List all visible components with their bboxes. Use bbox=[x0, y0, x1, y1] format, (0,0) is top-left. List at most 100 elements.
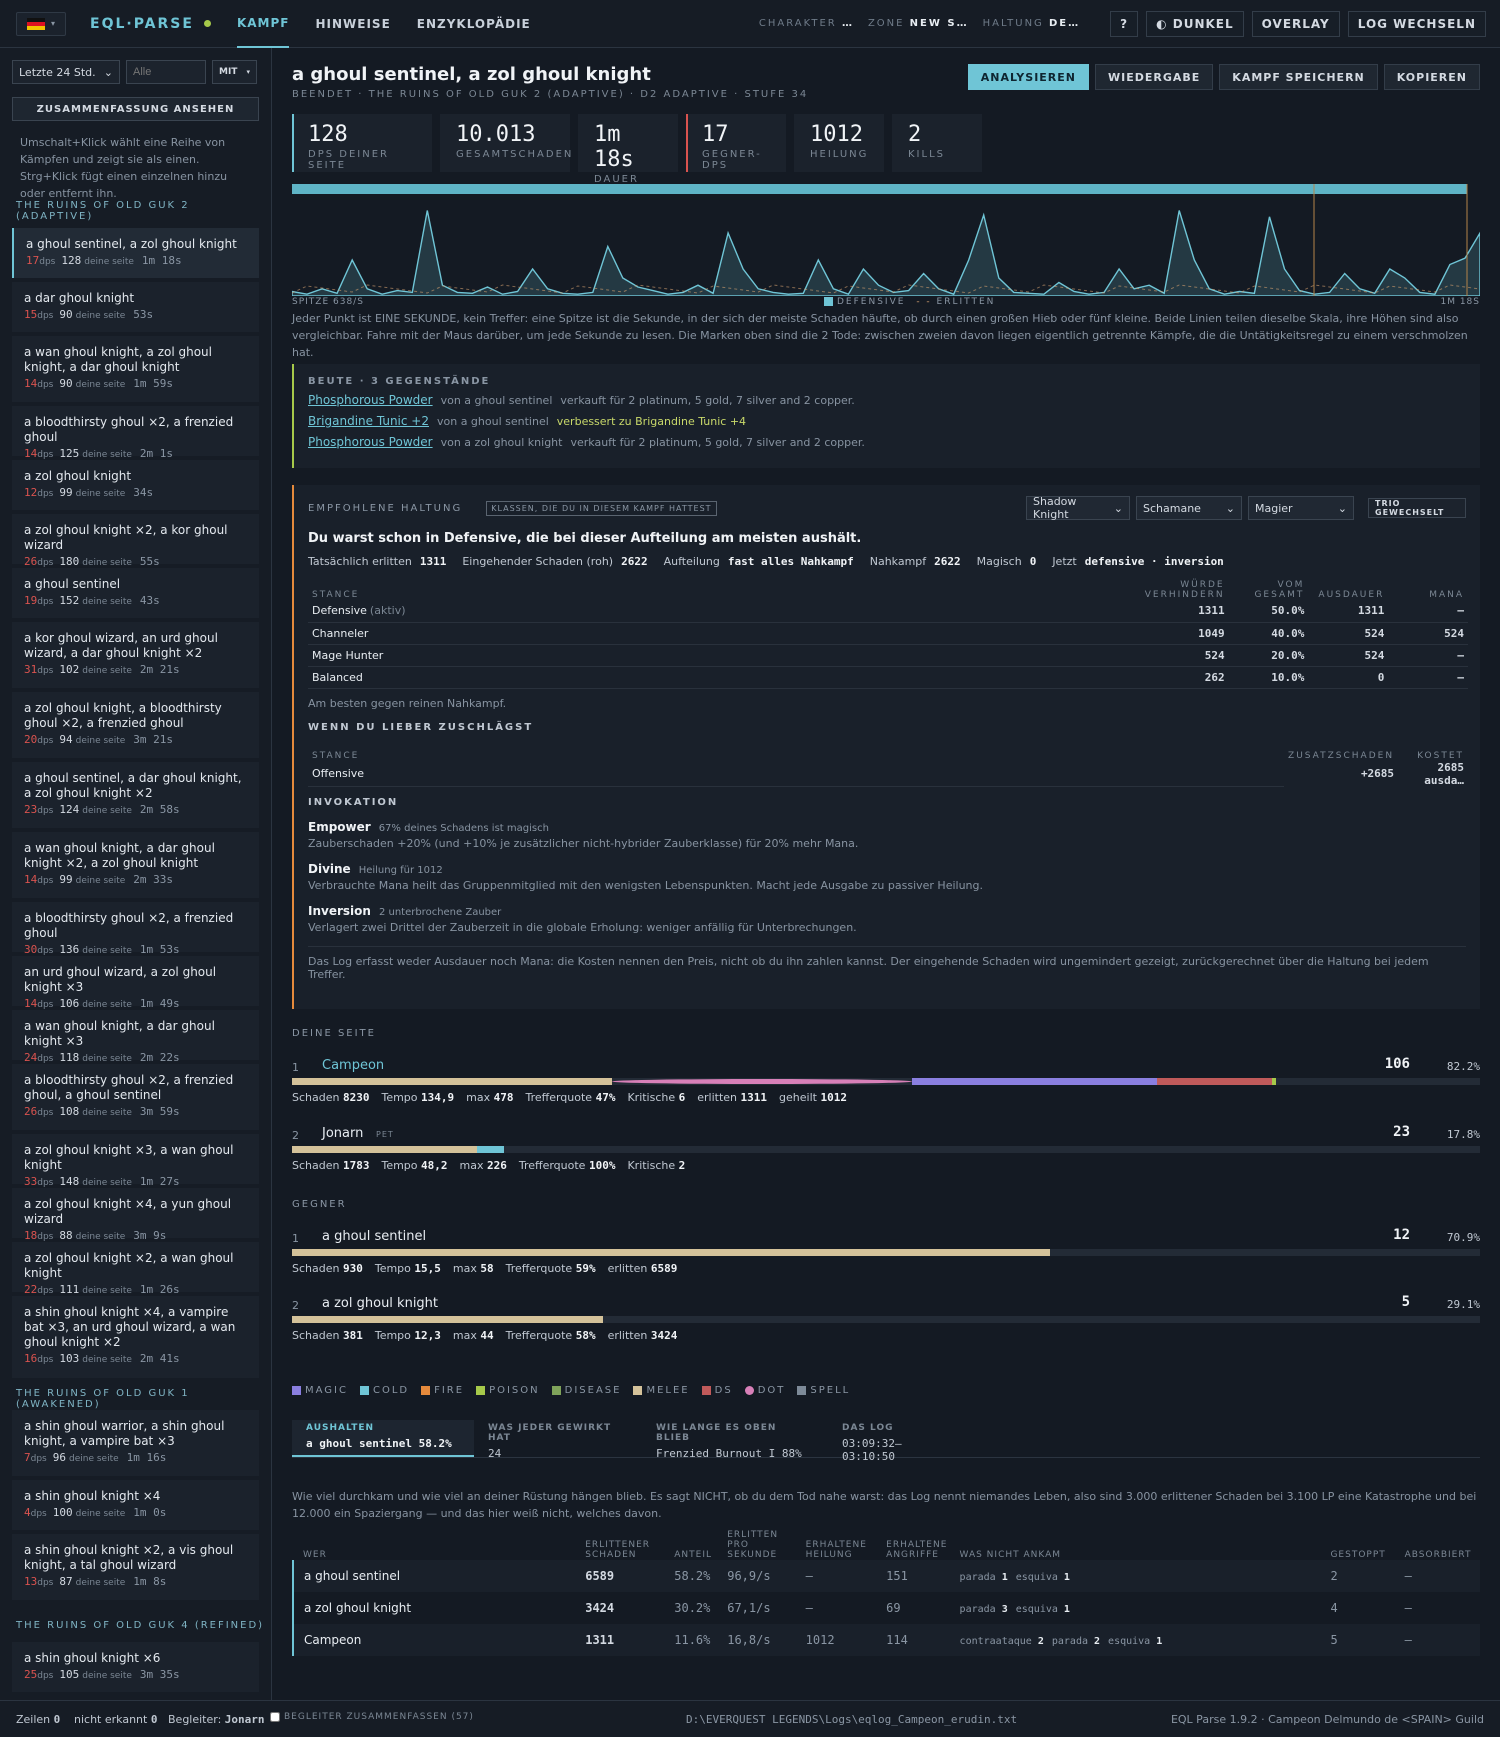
fight-duration: 1m 18s bbox=[141, 254, 182, 267]
log-switch-button[interactable]: LOG WECHSELN bbox=[1347, 10, 1486, 37]
fight-item[interactable]: a shin ghoul knight ×6 25dps 105 deine seit… bbox=[12, 1642, 259, 1692]
fight-item[interactable]: a ghoul sentinel, a dar ghoul knight, a … bbox=[12, 762, 259, 828]
filter-input[interactable] bbox=[126, 60, 206, 84]
fight-item[interactable]: a zol ghoul knight ×2, a wan ghoul knigh… bbox=[12, 1242, 259, 1296]
save-fight-button[interactable]: KAMPF SPEICHERN bbox=[1219, 64, 1378, 90]
loot-item-link[interactable]: Phosphorous Powder bbox=[308, 435, 433, 449]
fight-item[interactable]: a zol ghoul knight ×2, a kor ghoul wizar… bbox=[12, 514, 259, 568]
fight-duration: 2m 41s bbox=[139, 1352, 180, 1365]
overlay-button[interactable]: OVERLAY bbox=[1251, 10, 1340, 37]
chart-legend: DEFENSIVE - - ERLITTEN bbox=[824, 297, 995, 307]
fight-item[interactable]: a shin ghoul knight ×4, a vampire bat ×3… bbox=[12, 1296, 259, 1378]
dps-label: dps bbox=[37, 489, 54, 499]
analysis-tabs: AUSHALTEN a ghoul sentinel 58.2% WAS JEDER… bbox=[292, 1420, 1480, 1463]
own-side-label: deine seite bbox=[75, 380, 126, 390]
fight-item[interactable]: a ghoul sentinel, a zol ghoul knight 17dp… bbox=[12, 228, 259, 278]
combatant-row[interactable]: 2 Jonarn PET 23 17.8% Schaden 1783 Tempo 48,2 m… bbox=[292, 1124, 1480, 1186]
dps-label: dps bbox=[37, 1671, 54, 1681]
copy-button[interactable]: KOPIEREN bbox=[1383, 64, 1480, 90]
fight-item[interactable]: a bloodthirsty ghoul ×2, a frenzied ghou… bbox=[12, 902, 259, 956]
kpi-label: GESAMTSCHADEN bbox=[456, 149, 574, 160]
legend-swatch bbox=[633, 1385, 643, 1395]
combatant-row[interactable]: 1 Campeon 106 82.2% Schaden 8230 Tempo 134,9 m… bbox=[292, 1056, 1480, 1118]
chevron-down-icon: ⌄ bbox=[103, 65, 113, 79]
loot-item-link[interactable]: Phosphorous Powder bbox=[308, 393, 433, 407]
merge-checkbox[interactable] bbox=[270, 1712, 280, 1722]
fight-item[interactable]: a zol ghoul knight, a bloodthirsty ghoul… bbox=[12, 692, 259, 758]
invocation-item: Divine Heilung für 1012 Verbrauchte Mana h… bbox=[308, 862, 984, 892]
enemy-name: a ghoul sentinel bbox=[322, 1229, 427, 1244]
loot-item-link[interactable]: Brigandine Tunic +2 bbox=[308, 414, 429, 428]
legend-swatch bbox=[824, 297, 833, 306]
fight-duration: 1m 26s bbox=[139, 1283, 180, 1296]
class-select-3[interactable]: Magier ⌄ bbox=[1248, 496, 1354, 520]
loot-note: verkauft für 2 platinum, 5 gold, 7 silve… bbox=[560, 394, 855, 407]
rows-count: Zeilen 0 bbox=[16, 1713, 61, 1726]
fight-item[interactable]: a zol ghoul knight 12dps 99 deine seite 34s bbox=[12, 460, 259, 510]
fight-item[interactable]: a zol ghoul knight ×4, a yun ghoul wizar… bbox=[12, 1188, 259, 1242]
analysis-tab[interactable]: AUSHALTEN a ghoul sentinel 58.2% bbox=[292, 1420, 474, 1457]
fight-title: a bloodthirsty ghoul ×2, a frenzied ghou… bbox=[24, 1073, 234, 1102]
dps-label: dps bbox=[37, 558, 54, 568]
avoid-chip: esquiva 1 bbox=[1015, 1572, 1070, 1583]
dps-timeline-chart[interactable] bbox=[291, 184, 1481, 297]
analysis-tab[interactable]: WAS JEDER GEWIRKT HAT 24 bbox=[474, 1420, 642, 1460]
help-button[interactable]: ? bbox=[1110, 10, 1139, 37]
fight-item[interactable]: a wan ghoul knight, a zol ghoul knight, … bbox=[12, 336, 259, 402]
tab-enzyklopaedie[interactable]: ENZYKLOPÄDIE bbox=[417, 0, 531, 48]
haltung-selector[interactable]: HALTUNG DE… bbox=[983, 18, 1081, 29]
fight-item[interactable]: a ghoul sentinel 19dps 152 deine seite 43s bbox=[12, 568, 259, 618]
fight-item[interactable]: a shin ghoul knight ×2, a vis ghoul knig… bbox=[12, 1534, 259, 1600]
fight-item[interactable]: a dar ghoul knight 15dps 90 deine seite 53s bbox=[12, 282, 259, 332]
own-side-label: deine seite bbox=[82, 1671, 132, 1681]
zone-selector[interactable]: ZONE NEW S… bbox=[868, 18, 969, 29]
enemy-row[interactable]: 1a ghoul sentinel 12 70.9% Schaden 930 Tempo… bbox=[292, 1227, 1480, 1289]
time-range-select[interactable]: Letzte 24 Std. ⌄ bbox=[12, 60, 120, 84]
analyze-button[interactable]: ANALYSIEREN bbox=[967, 64, 1089, 90]
charakter-selector[interactable]: CHARAKTER … bbox=[759, 18, 854, 29]
kpi-value: 17 bbox=[702, 122, 729, 147]
class-select-2[interactable]: Schamane ⌄ bbox=[1136, 496, 1242, 520]
legend-item: POISON bbox=[476, 1385, 540, 1396]
fight-title: a ghoul sentinel, a zol ghoul knight bbox=[292, 64, 651, 85]
strike-table: STANCE ZUSATZSCHADEN KOSTET Offensive +268… bbox=[308, 739, 1468, 787]
fight-title: a shin ghoul warrior, a shin ghoul knigh… bbox=[24, 1419, 225, 1448]
enemies-header: GEGNER bbox=[292, 1199, 347, 1210]
analysis-tab[interactable]: DAS LOG 03:09:32–03:10:50 bbox=[828, 1420, 968, 1463]
fight-duration: 1m 8s bbox=[133, 1575, 167, 1588]
language-selector[interactable]: ▾ bbox=[16, 11, 66, 36]
mit-select[interactable]: MIT ▾ bbox=[212, 60, 257, 84]
fight-title: a bloodthirsty ghoul ×2, a frenzied ghou… bbox=[24, 415, 234, 444]
enemy-row[interactable]: 2a zol ghoul knight 5 29.1% Schaden 381 Temp… bbox=[292, 1294, 1480, 1356]
theme-toggle[interactable]: ◐ DUNKEL bbox=[1146, 10, 1244, 37]
fight-own-dps: 90 bbox=[59, 308, 73, 321]
loot-note: verbessert zu Brigandine Tunic +4 bbox=[556, 415, 747, 428]
legend-item: SPELL bbox=[797, 1385, 850, 1396]
stance-header: EMPFOHLENE HALTUNG bbox=[308, 502, 463, 514]
own-side-label: deine seite bbox=[82, 946, 132, 956]
merge-companion-toggle[interactable]: BEGLEITER ZUSAMMENFASSEN (57) bbox=[270, 1712, 474, 1722]
kpi-value: 128 bbox=[308, 122, 348, 147]
fight-dps: 12 bbox=[24, 486, 38, 499]
fight-item[interactable]: a wan ghoul knight, a dar ghoul knight ×… bbox=[12, 1010, 259, 1064]
summary-button[interactable]: ZUSAMMENFASSUNG ANSEHEN bbox=[12, 97, 259, 121]
fight-item[interactable]: a wan ghoul knight, a dar ghoul knight ×… bbox=[12, 832, 259, 898]
fight-item[interactable]: a zol ghoul knight ×3, a wan ghoul knigh… bbox=[12, 1134, 259, 1188]
fight-item[interactable]: a shin ghoul warrior, a shin ghoul knigh… bbox=[12, 1410, 259, 1476]
tank-table: WER ERLITTENER SCHADEN ANTEIL ERLITTEN PRO … bbox=[291, 1526, 1480, 1656]
analysis-tab[interactable]: WIE LANGE ES OBEN BLIEB Frenzied Burnout … bbox=[642, 1420, 828, 1460]
fight-item[interactable]: a bloodthirsty ghoul ×2, a frenzied ghou… bbox=[12, 406, 259, 460]
tab-hinweise[interactable]: HINWEISE bbox=[315, 0, 390, 48]
fight-item[interactable]: a bloodthirsty ghoul ×2, a frenzied ghou… bbox=[12, 1064, 259, 1130]
tab-kampf[interactable]: KAMPF bbox=[236, 0, 290, 48]
trio-switched-button[interactable]: TRIO GEWECHSELT bbox=[1368, 498, 1466, 518]
own-side-label: deine seite bbox=[82, 1000, 132, 1010]
legend-item: MAGIC bbox=[292, 1385, 348, 1396]
fight-duration: 2m 58s bbox=[139, 803, 180, 816]
fight-item[interactable]: a shin ghoul knight ×4 4dps 100 deine seite… bbox=[12, 1480, 259, 1530]
replay-button[interactable]: WIEDERGABE bbox=[1095, 64, 1214, 90]
fight-item[interactable]: an urd ghoul wizard, a zol ghoul knight … bbox=[12, 956, 259, 1010]
damage-segment bbox=[292, 1146, 477, 1153]
fight-item[interactable]: a kor ghoul wizard, an urd ghoul wizard,… bbox=[12, 622, 259, 688]
class-select-1[interactable]: Shadow Knight ⌄ bbox=[1026, 495, 1130, 521]
